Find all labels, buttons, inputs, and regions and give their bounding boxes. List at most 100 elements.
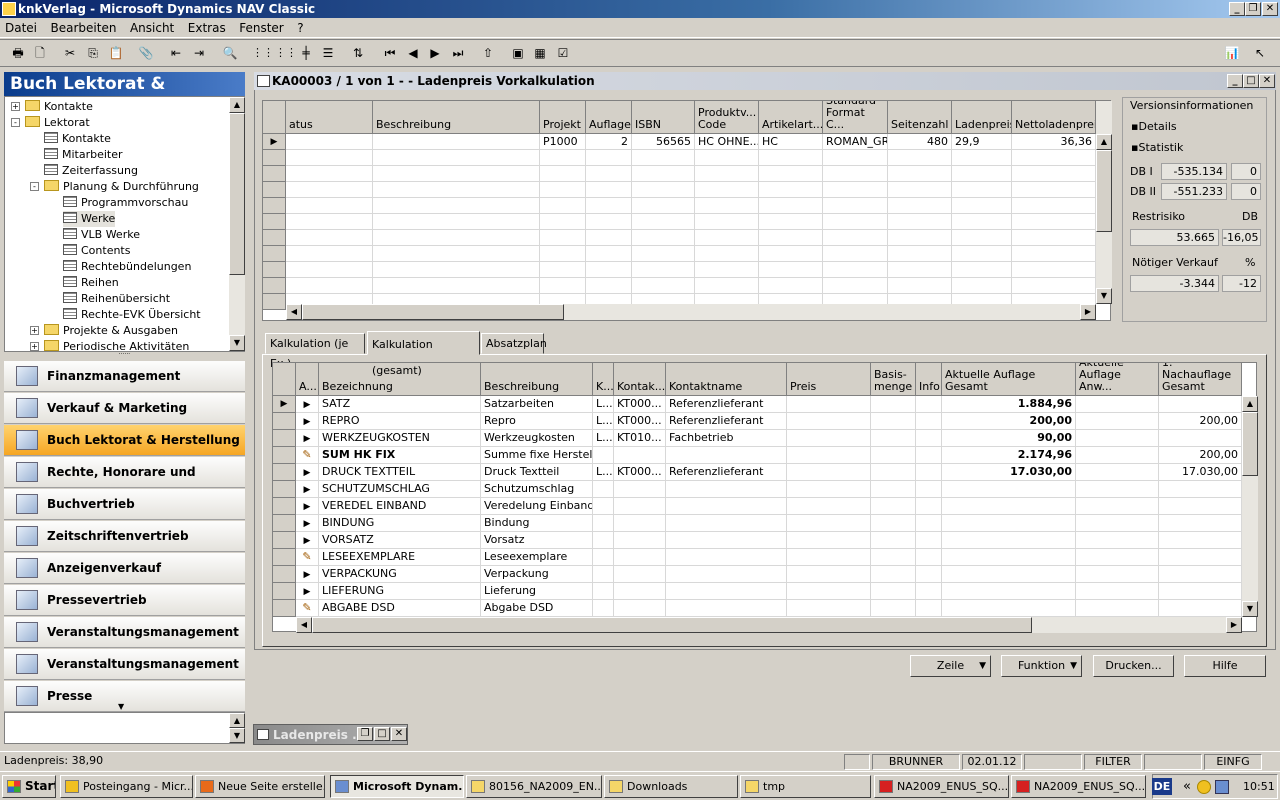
grid-cell[interactable] bbox=[916, 464, 942, 481]
scroll-right-icon[interactable]: ▶ bbox=[1226, 617, 1242, 633]
grid-cell[interactable] bbox=[614, 481, 666, 498]
grid-cell[interactable] bbox=[614, 447, 666, 464]
tree-item-programmvorschau[interactable]: Programmvorschau bbox=[63, 195, 188, 211]
grid-cell[interactable] bbox=[593, 481, 614, 498]
grid-cell[interactable] bbox=[759, 278, 823, 294]
arrow-right-icon[interactable]: ▶ bbox=[304, 587, 311, 597]
expand-toggle-icon[interactable]: - bbox=[11, 118, 20, 127]
nav-button-buchvertrieb[interactable]: Buchvertrieb bbox=[4, 489, 245, 520]
grid-cell[interactable] bbox=[823, 214, 888, 230]
grid-cell[interactable] bbox=[614, 498, 666, 515]
grid-cell[interactable]: 56565 bbox=[632, 134, 695, 150]
grid-cell[interactable]: ▶ bbox=[296, 464, 319, 481]
grid-cell[interactable]: KT010... bbox=[614, 430, 666, 447]
grid-cell[interactable] bbox=[1159, 583, 1242, 600]
show-all-icon[interactable]: ☰ bbox=[320, 45, 336, 61]
pencil-icon[interactable]: ✎ bbox=[302, 550, 311, 563]
scroll-thumb[interactable] bbox=[312, 617, 1032, 633]
nav-button-presse[interactable]: Presse bbox=[4, 681, 245, 712]
grid-cell[interactable]: ✎ bbox=[296, 447, 319, 464]
splitter-handle[interactable]: ······ bbox=[4, 352, 245, 358]
previous-record-icon[interactable]: ◀ bbox=[405, 45, 421, 61]
grid-cell[interactable] bbox=[952, 198, 1012, 214]
funktion-button[interactable]: Funktion ▼ bbox=[1001, 655, 1082, 677]
column-header[interactable]: Kontaktname bbox=[666, 363, 787, 396]
column-header[interactable]: atus bbox=[286, 101, 373, 134]
grid-cell[interactable]: ✎ bbox=[296, 600, 319, 617]
grid-cell[interactable]: Referenzlieferant bbox=[666, 464, 787, 481]
arrow-right-icon[interactable]: ▶ bbox=[304, 519, 311, 529]
grid-cell[interactable]: ▶ bbox=[296, 583, 319, 600]
row-selector[interactable]: ▶ bbox=[263, 134, 286, 150]
grid-cell[interactable] bbox=[871, 447, 916, 464]
grid-cell[interactable] bbox=[1012, 230, 1096, 246]
grid-cell[interactable] bbox=[373, 134, 540, 150]
grid-cell[interactable]: Lieferung bbox=[481, 583, 593, 600]
grid-cell[interactable]: ▶ bbox=[296, 566, 319, 583]
row-selector[interactable] bbox=[273, 498, 296, 515]
grid-cell[interactable]: Bindung bbox=[481, 515, 593, 532]
grid-cell[interactable] bbox=[1076, 515, 1159, 532]
grid-cell[interactable]: 36,36 bbox=[1012, 134, 1096, 150]
grid-cell[interactable] bbox=[586, 198, 632, 214]
column-header[interactable]: Basis-menge bbox=[871, 363, 916, 396]
grid-cell[interactable] bbox=[759, 166, 823, 182]
scroll-up-icon[interactable]: ▲ bbox=[1096, 134, 1112, 150]
grid-cell[interactable] bbox=[916, 583, 942, 600]
grid-cell[interactable] bbox=[952, 278, 1012, 294]
grid-cell[interactable]: Satzarbeiten bbox=[481, 396, 593, 413]
tab-kalkulation-je-ex[interactable]: Kalkulation (je Ex.) bbox=[265, 333, 365, 370]
grid-cell[interactable] bbox=[1012, 182, 1096, 198]
column-header[interactable]: Seitenzahl bbox=[888, 101, 952, 134]
grid-cell[interactable] bbox=[942, 532, 1076, 549]
menu-extras[interactable]: Extras bbox=[183, 18, 231, 38]
grid-cell[interactable] bbox=[632, 246, 695, 262]
row-selector[interactable] bbox=[263, 230, 286, 246]
grid-cell[interactable] bbox=[540, 262, 586, 278]
grid-cell[interactable] bbox=[666, 447, 787, 464]
grid-cell[interactable] bbox=[823, 262, 888, 278]
grid-cell[interactable] bbox=[787, 549, 871, 566]
close-button[interactable]: ✕ bbox=[391, 727, 407, 741]
grid-cell[interactable]: SUM HK FIX bbox=[319, 447, 481, 464]
grid-cell[interactable]: Fachbetrieb bbox=[666, 430, 787, 447]
row-selector[interactable] bbox=[273, 549, 296, 566]
scroll-down-icon[interactable]: ▼ bbox=[229, 728, 245, 743]
grid-cell[interactable]: ▶ bbox=[296, 515, 319, 532]
tab-absatzplan[interactable]: Absatzplan bbox=[481, 333, 547, 354]
grid-cell[interactable] bbox=[916, 413, 942, 430]
navigate-up-icon[interactable]: ⇧ bbox=[480, 45, 496, 61]
grid-cell[interactable] bbox=[888, 246, 952, 262]
scroll-thumb[interactable] bbox=[302, 304, 564, 320]
grid-cell[interactable] bbox=[540, 198, 586, 214]
row-selector[interactable] bbox=[273, 481, 296, 498]
grid-cell[interactable] bbox=[373, 246, 540, 262]
grid-cell[interactable] bbox=[787, 566, 871, 583]
taskbar-button[interactable]: NA2009_ENUS_SQ... bbox=[874, 775, 1009, 798]
scroll-down-icon[interactable]: ▼ bbox=[229, 335, 245, 351]
grid-cell[interactable] bbox=[666, 549, 787, 566]
find-icon[interactable]: 🔍 bbox=[222, 45, 238, 61]
grid-cell[interactable] bbox=[632, 214, 695, 230]
field-filter-icon[interactable]: ⋮⋮ bbox=[275, 45, 297, 61]
arrow-right-icon[interactable]: ▶ bbox=[304, 434, 311, 444]
grid-cell[interactable] bbox=[1076, 481, 1159, 498]
grid-cell[interactable] bbox=[888, 262, 952, 278]
tab-kalkulation-gesamt[interactable]: Kalkulation (gesamt) bbox=[367, 331, 480, 377]
network-icon[interactable] bbox=[1215, 780, 1229, 794]
grid-cell[interactable] bbox=[373, 150, 540, 166]
grid-cell[interactable]: Veredelung Einband bbox=[481, 498, 593, 515]
grid-cell[interactable]: 480 bbox=[888, 134, 952, 150]
grid-cell[interactable] bbox=[1012, 262, 1096, 278]
grid-cell[interactable] bbox=[1012, 214, 1096, 230]
grid-cell[interactable] bbox=[586, 230, 632, 246]
grid-cell[interactable] bbox=[373, 198, 540, 214]
tree-item-rechte-evk-uebersicht[interactable]: Rechte-EVK Übersicht bbox=[63, 307, 201, 323]
arrow-right-icon[interactable]: ▶ bbox=[304, 536, 311, 546]
grid-cell[interactable] bbox=[540, 230, 586, 246]
column-header[interactable]: K... bbox=[593, 363, 614, 396]
scroll-thumb[interactable] bbox=[1242, 412, 1258, 476]
pencil-icon[interactable]: ✎ bbox=[302, 448, 311, 461]
grid-cell[interactable] bbox=[586, 246, 632, 262]
grid-cell[interactable] bbox=[666, 532, 787, 549]
